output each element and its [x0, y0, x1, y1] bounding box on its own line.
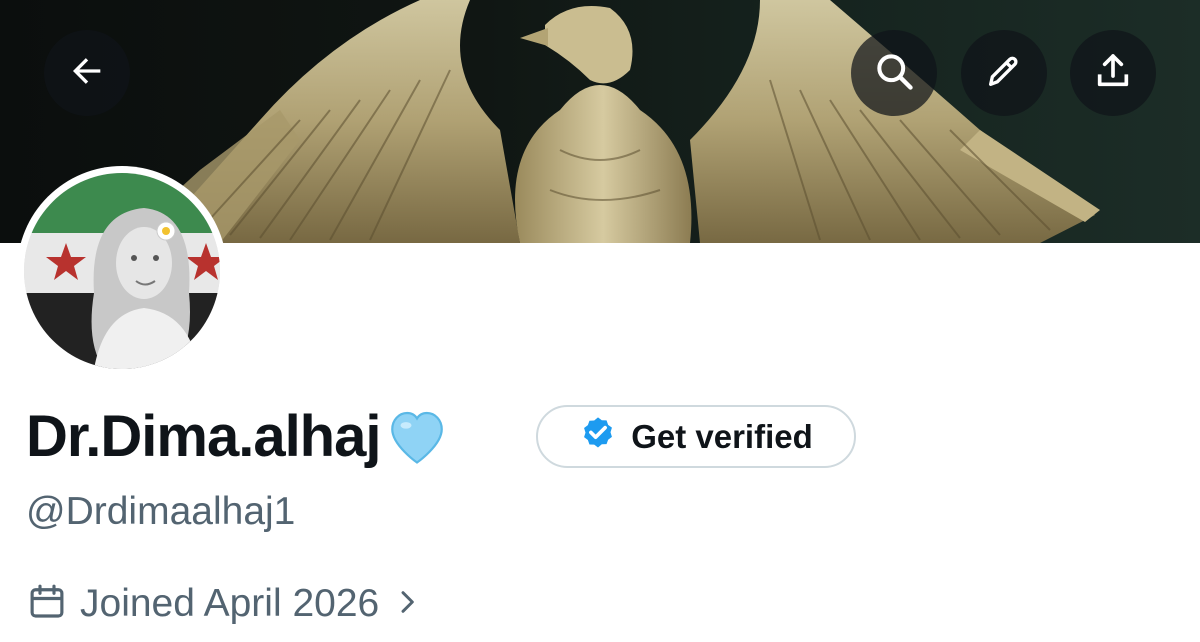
display-name: Dr.Dima.alhaj	[26, 404, 381, 469]
verified-badge-icon	[579, 415, 617, 458]
share-upload-icon	[1093, 51, 1133, 96]
avatar-image	[24, 173, 220, 369]
name-row: Dr.Dima.alhaj	[26, 400, 450, 474]
avatar[interactable]	[17, 166, 227, 376]
get-verified-button[interactable]: Get verified	[536, 405, 856, 468]
light-blue-heart-icon	[384, 404, 450, 471]
joined-date-row[interactable]: Joined April 2026	[26, 578, 423, 630]
share-button[interactable]	[1070, 30, 1156, 116]
back-button[interactable]	[44, 30, 130, 116]
pencil-icon	[984, 51, 1024, 96]
chevron-right-icon	[391, 586, 423, 623]
edit-button[interactable]	[961, 30, 1047, 116]
calendar-icon	[26, 581, 68, 628]
username-handle: @Drdimaalhaj1	[26, 490, 296, 533]
search-button[interactable]	[851, 30, 937, 116]
joined-label: Joined April 2026	[80, 582, 380, 625]
get-verified-label: Get verified	[631, 417, 813, 455]
search-icon	[872, 49, 916, 98]
arrow-left-icon	[67, 51, 107, 96]
